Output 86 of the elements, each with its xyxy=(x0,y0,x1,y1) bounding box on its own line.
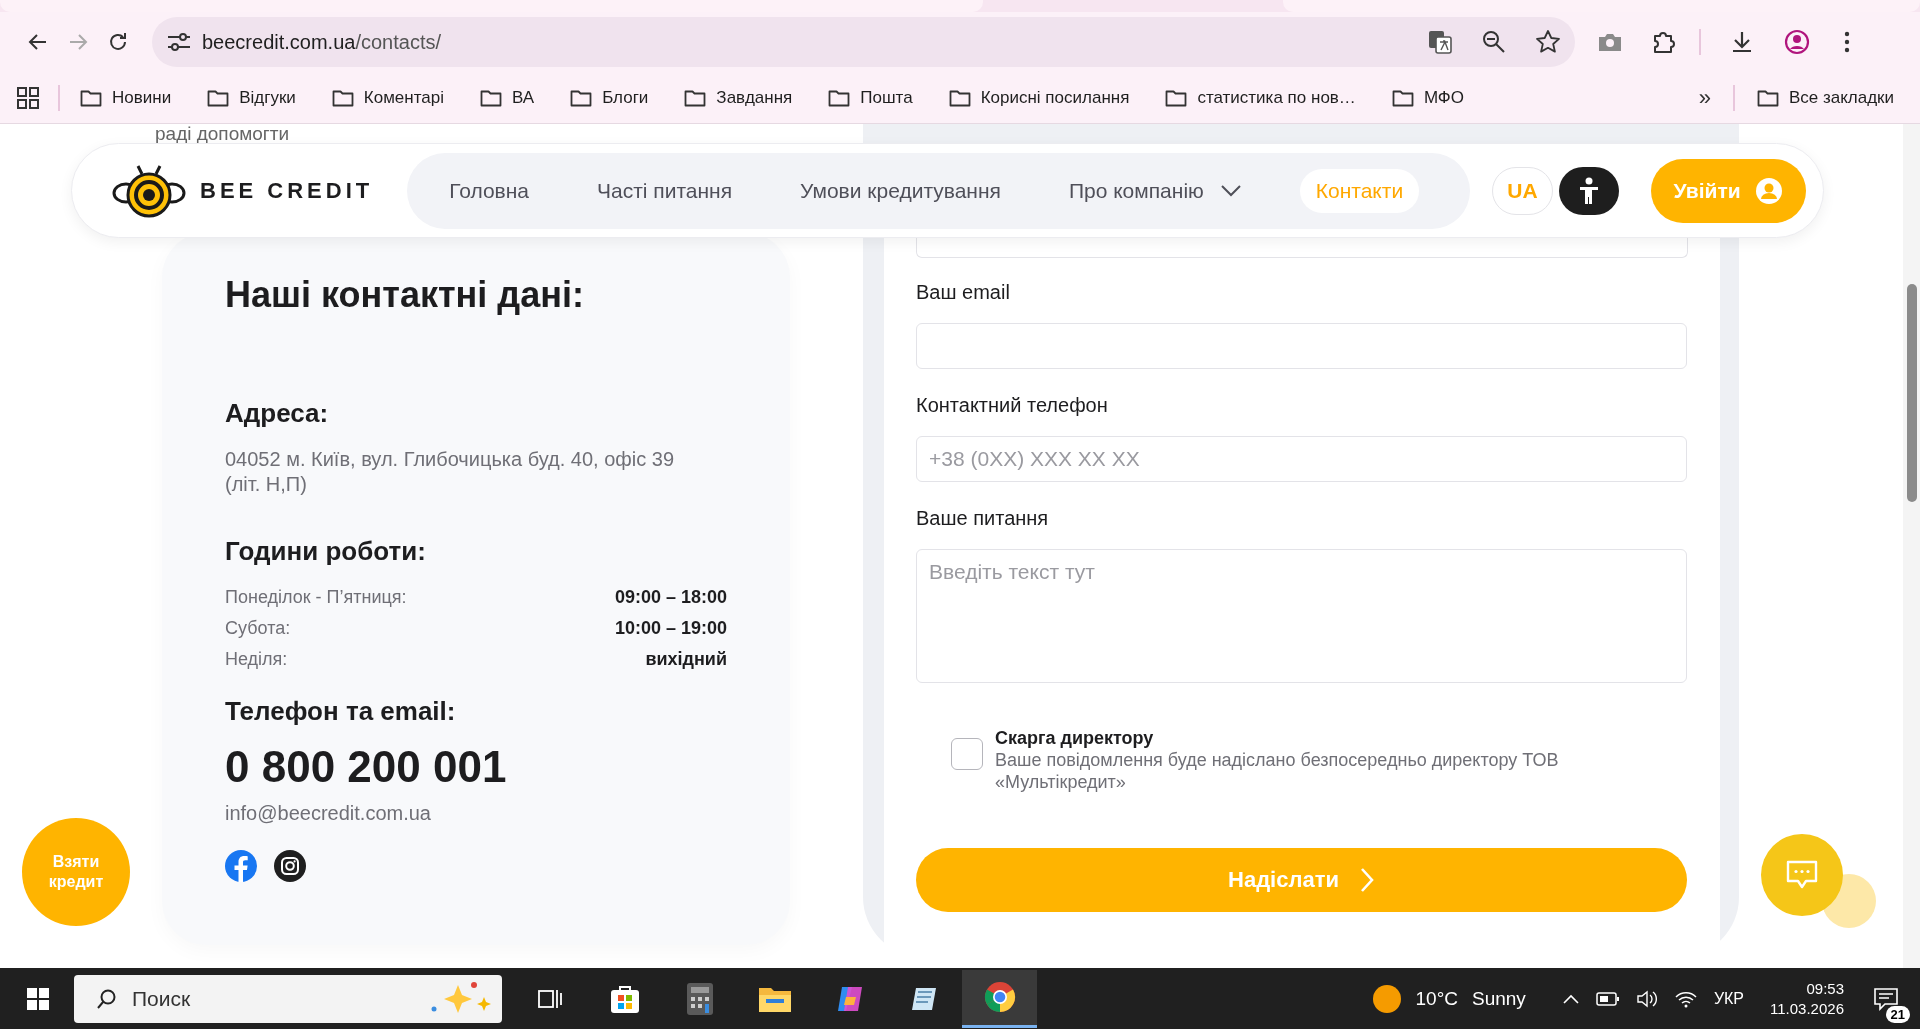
reload-icon xyxy=(107,31,129,53)
folder-icon xyxy=(1391,88,1414,107)
search-icon xyxy=(96,987,118,1010)
message-icon xyxy=(1873,986,1899,1011)
nav-link[interactable]: Часті питання xyxy=(587,168,743,213)
folder-icon xyxy=(684,88,707,107)
input-language[interactable]: УКР xyxy=(1713,989,1745,1008)
folder-icon xyxy=(570,88,593,107)
battery-icon[interactable] xyxy=(1595,991,1620,1006)
speaker-icon[interactable] xyxy=(1635,988,1658,1009)
day-label: Субота: xyxy=(225,618,291,638)
puzzle-icon[interactable] xyxy=(1651,29,1677,55)
bookmark-folder[interactable]: Корисні посилання xyxy=(938,81,1140,114)
section-heading: Адреса: xyxy=(225,397,330,429)
field-label: Ваш email xyxy=(916,280,1011,304)
field-label: Ваше питання xyxy=(916,506,1050,530)
bookmark-folder[interactable]: МФО xyxy=(1381,81,1474,114)
chat-icon xyxy=(1785,859,1819,891)
taskbar-search-field[interactable]: Поиск xyxy=(74,974,502,1023)
hours-value: вихідний xyxy=(645,649,727,669)
person-icon xyxy=(1577,176,1600,205)
user-icon xyxy=(1754,176,1783,205)
checkbox-description: Ваше повідомлення буде надіслано безпосередньо директору ТОВ «Мультікредит» xyxy=(995,749,1560,793)
partial-text: раді допомогти xyxy=(155,124,290,144)
bookmark-folder[interactable]: Блоги xyxy=(560,81,659,114)
checkbox-label[interactable]: Скарга директору xyxy=(995,727,1655,749)
bookmark-folder[interactable]: ВА xyxy=(470,81,545,114)
logo-text[interactable]: BEE CREDIT xyxy=(200,177,374,204)
hours-value: 09:00 – 18:00 xyxy=(614,587,727,607)
site-settings-icon[interactable] xyxy=(166,31,192,53)
complaint-checkbox[interactable] xyxy=(951,738,983,770)
clock-date[interactable]: 11.03.2026 xyxy=(1770,998,1844,1019)
profile-icon[interactable] xyxy=(1783,28,1811,56)
folder-icon xyxy=(331,88,354,107)
bookmark-folder[interactable]: Завдання xyxy=(674,81,803,114)
folder-icon xyxy=(80,88,102,107)
chrome-icon[interactable] xyxy=(962,969,1037,1028)
email-link[interactable]: info@beecredit.com.ua xyxy=(225,801,727,826)
bookmark-folder[interactable]: Відгуки xyxy=(197,81,306,114)
folder-icon xyxy=(828,88,851,107)
facebook-icon[interactable] xyxy=(225,850,257,882)
address-text: 04052 м. Київ, вул. Глибочицька буд. 40, офіс 39 (літ. Н,П) xyxy=(225,447,676,497)
nav-link[interactable]: Умови кредитування xyxy=(790,168,1011,213)
folder-icon xyxy=(480,88,502,107)
translate-icon[interactable] xyxy=(1427,29,1453,55)
input-field[interactable] xyxy=(916,323,1687,369)
scrollbar-thumb[interactable] xyxy=(1907,284,1917,502)
chevron-up-icon[interactable] xyxy=(1561,992,1580,1005)
accessibility-button[interactable] xyxy=(1558,166,1619,215)
question-field[interactable]: Введіть текст тут xyxy=(916,549,1687,683)
sun-icon[interactable] xyxy=(1371,983,1402,1014)
weather-text[interactable]: Sunny xyxy=(1472,987,1526,1010)
notification-count: 21 xyxy=(1885,1005,1910,1023)
nav-link[interactable]: Про компанію xyxy=(1058,168,1252,213)
camera-icon[interactable] xyxy=(1597,31,1623,53)
more-bookmarks-button[interactable]: » xyxy=(1690,84,1719,111)
bookmark-folder[interactable]: Все закладки xyxy=(1746,81,1904,114)
bookmark-folder[interactable]: Новини xyxy=(70,81,182,114)
zoom-icon[interactable] xyxy=(1481,29,1507,55)
temperature-text[interactable]: 10°C xyxy=(1415,987,1458,1010)
address-bar[interactable]: beecredit.com.ua/contacts/ xyxy=(152,17,1575,67)
input-field[interactable] xyxy=(916,237,1688,258)
bookmark-folder[interactable]: статистика по нов… xyxy=(1155,81,1366,114)
nav-link[interactable]: Головна xyxy=(439,168,540,213)
folder-icon xyxy=(1165,88,1188,107)
contacts-title: Наші контактні дані: xyxy=(225,273,585,317)
folder-icon xyxy=(207,88,230,107)
bookmark-folder[interactable]: Пошта xyxy=(818,81,923,114)
chevron-down-icon xyxy=(1219,183,1242,198)
field-label: Контактний телефон xyxy=(916,393,1109,417)
bookmark-folder[interactable]: Коментарі xyxy=(321,81,454,114)
windows-icon xyxy=(26,986,50,1011)
star-icon[interactable] xyxy=(1535,29,1561,55)
day-label: Понеділок - П’ятниця: xyxy=(225,587,407,607)
section-heading: Години роботи: xyxy=(225,535,427,567)
input-field[interactable]: +38 (0XX) XXX XX XX xyxy=(916,436,1687,482)
folder-icon xyxy=(948,88,971,107)
day-label: Неділя: xyxy=(225,649,288,669)
instagram-icon[interactable] xyxy=(274,850,306,882)
hours-value: 10:00 – 19:00 xyxy=(614,618,727,638)
folder-icon xyxy=(1756,88,1779,107)
apps-icon[interactable] xyxy=(16,85,40,110)
clock-time[interactable]: 09:53 xyxy=(1770,978,1844,999)
chevron-right-icon xyxy=(1358,866,1375,894)
section-heading: Телефон та email: xyxy=(225,695,457,727)
phone-number[interactable]: 0 800 200 001 xyxy=(225,743,727,791)
